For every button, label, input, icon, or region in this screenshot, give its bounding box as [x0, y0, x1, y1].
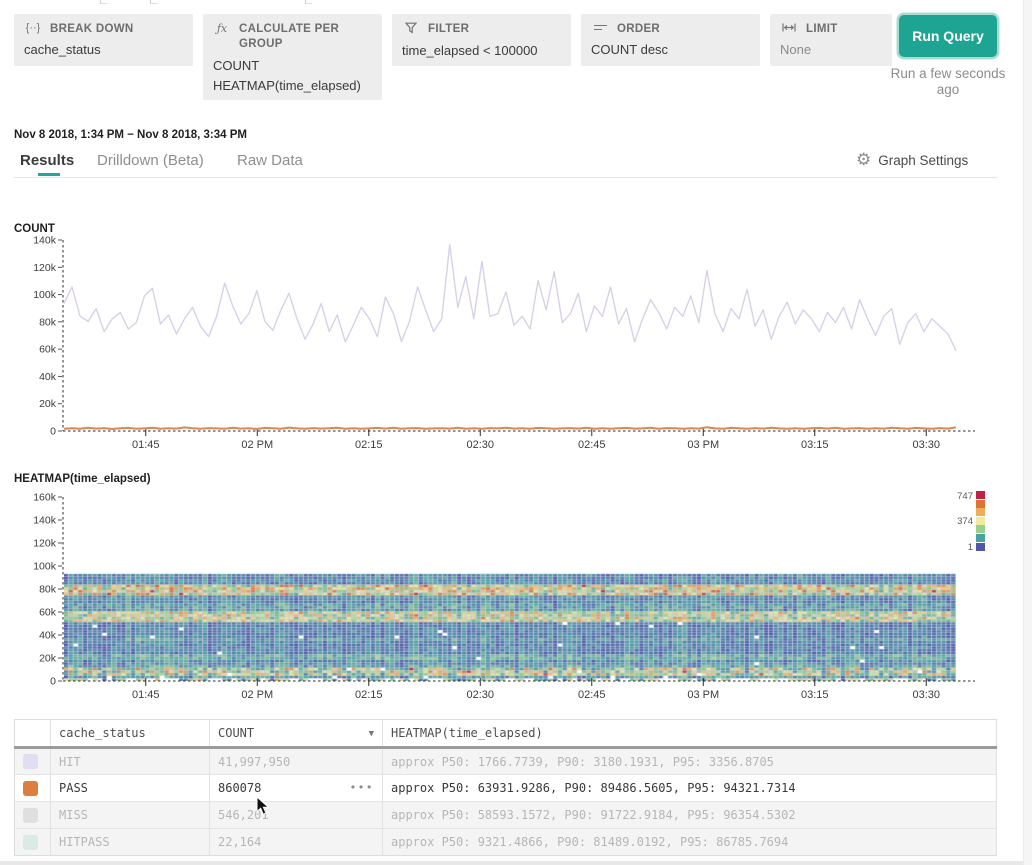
table-row-hitpass[interactable]: HITPASS 22,164 approx P50: 9321.4866, P90:…	[15, 829, 997, 856]
svg-text:20k: 20k	[39, 653, 57, 665]
series-color-swatch[interactable]	[23, 754, 38, 769]
svg-text:02:15: 02:15	[355, 689, 383, 701]
legend-color-swatch	[976, 525, 985, 533]
svg-text:100k: 100k	[33, 561, 57, 573]
table-row-miss[interactable]: MISS546,201approx P50: 58593.1572, P90: …	[15, 802, 997, 829]
svg-text:01:45: 01:45	[132, 689, 160, 701]
cache-status-column-header[interactable]: cache_status	[51, 720, 210, 748]
count-value: 22,164	[218, 835, 261, 849]
swatch-column-header	[15, 720, 51, 748]
table-row-pass[interactable]: PASS 860078 ••• approx P50: 63931.9286, P90…	[15, 775, 997, 802]
svg-text:02:30: 02:30	[467, 689, 495, 701]
count-value: 41,997,950	[218, 755, 290, 769]
legend-value-label: 374	[955, 516, 973, 527]
series-color-swatch[interactable]	[23, 835, 38, 850]
results-table: cache_status COUNT ▼ HEATMAP(time_elapsed…	[14, 719, 997, 856]
swatch-cell	[15, 829, 51, 856]
swatch-cell	[15, 802, 51, 829]
svg-text:40k: 40k	[39, 630, 57, 642]
svg-text:140k: 140k	[33, 515, 57, 527]
cropped-bottom-element	[0, 861, 1032, 865]
heatmap-percentiles-cell: approx P50: 58593.1572, P90: 91722.9184,…	[383, 802, 997, 829]
count-cell: 860078 •••	[210, 775, 383, 802]
count-cell: 41,997,950	[210, 748, 383, 775]
count-column-label: COUNT	[218, 726, 254, 740]
legend-color-swatch	[976, 491, 985, 499]
svg-text:03 PM: 03 PM	[687, 689, 719, 701]
mouse-cursor	[256, 796, 270, 817]
svg-text:0: 0	[50, 676, 56, 688]
svg-text:03:30: 03:30	[913, 689, 941, 701]
heatmap-percentiles-cell: approx P50: 63931.9286, P90: 89486.5605,…	[383, 775, 997, 802]
svg-text:60k: 60k	[39, 607, 57, 619]
svg-text:80k: 80k	[39, 584, 57, 596]
cache-status-cell: HIT	[51, 748, 210, 775]
legend-color-swatch	[976, 500, 985, 508]
heatmap-axes: 0 20k 40k 60k 80k 100k 120k 140k 160k 01:45 02 PM 0…	[0, 0, 1032, 720]
legend-color-swatch	[976, 543, 985, 551]
svg-text:03:15: 03:15	[801, 689, 829, 701]
page-right-gutter	[1023, 0, 1032, 865]
swatch-cell	[15, 775, 51, 802]
legend-color-swatch	[976, 517, 985, 525]
count-cell: 546,201	[210, 802, 383, 829]
svg-text:02:45: 02:45	[578, 689, 606, 701]
sort-desc-icon[interactable]: ▼	[369, 729, 374, 739]
table-header-row: cache_status COUNT ▼ HEATMAP(time_elapsed…	[15, 720, 997, 748]
legend-color-swatch	[976, 508, 985, 516]
cache-status-cell: MISS	[51, 802, 210, 829]
heatmap-percentiles-cell: approx P50: 9321.4866, P90: 81489.0192, …	[383, 829, 997, 856]
count-column-header[interactable]: COUNT ▼	[210, 720, 383, 748]
legend-value-label: 747	[955, 491, 973, 502]
svg-text:02 PM: 02 PM	[241, 689, 273, 701]
heatmap-column-header[interactable]: HEATMAP(time_elapsed)	[383, 720, 997, 748]
legend-value-label: 1	[955, 542, 973, 553]
swatch-cell	[15, 748, 51, 775]
table-row-hit[interactable]: HIT 41,997,950 approx P50: 1766.7739, P90:…	[15, 748, 997, 775]
series-color-swatch[interactable]	[23, 808, 38, 823]
cache-status-cell: HITPASS	[51, 829, 210, 856]
legend-color-swatch	[976, 534, 985, 542]
count-value: 860078	[218, 781, 261, 795]
row-menu-kebab-icon[interactable]: •••	[350, 781, 374, 794]
cache-status-cell: PASS	[51, 775, 210, 802]
series-color-swatch[interactable]	[23, 781, 38, 796]
heatmap-percentiles-cell: approx P50: 1766.7739, P90: 3180.1931, P…	[383, 748, 997, 775]
svg-text:120k: 120k	[33, 538, 57, 550]
svg-text:160k: 160k	[33, 492, 57, 504]
query-results-page: {··} BREAK DOWN cache_status ƒx CALCULAT…	[0, 0, 1032, 865]
count-cell: 22,164	[210, 829, 383, 856]
